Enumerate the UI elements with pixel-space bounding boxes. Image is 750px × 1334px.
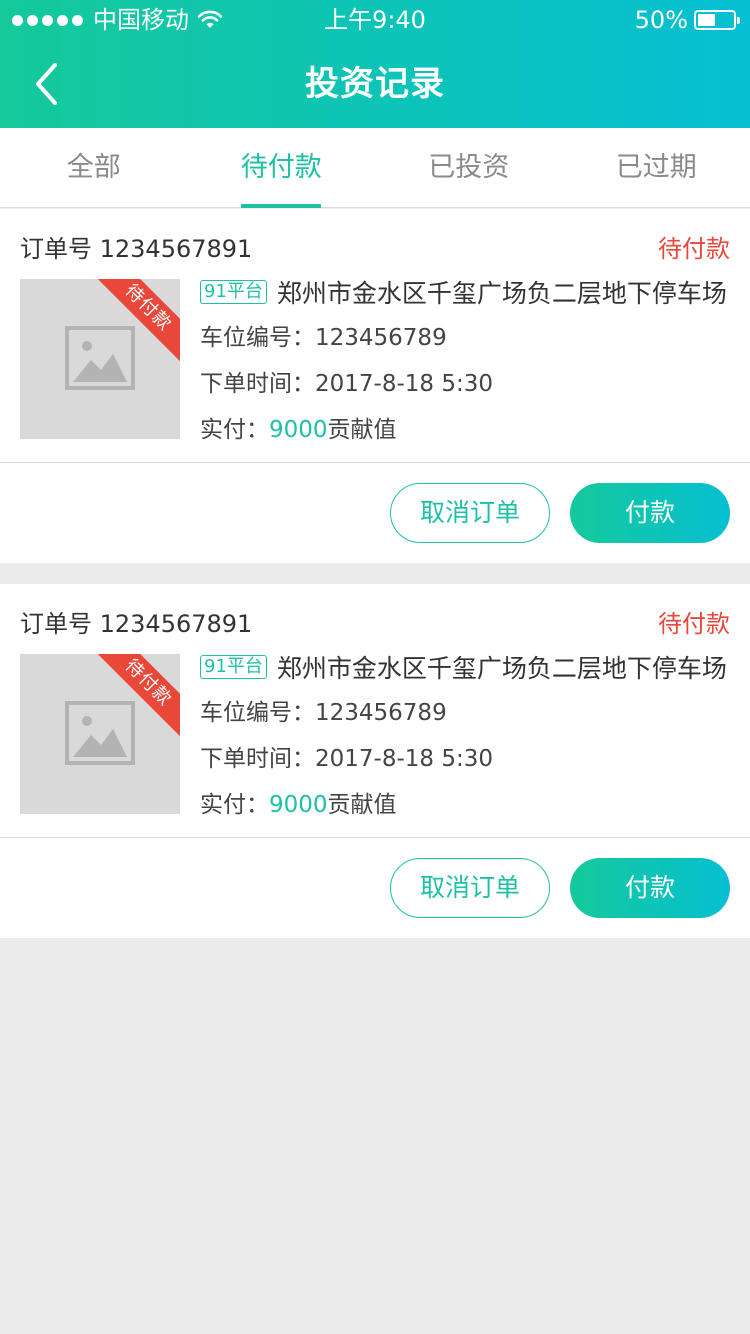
status-bar-right: 50% [634, 0, 740, 40]
battery-level [698, 14, 715, 26]
battery-percent: 50% [634, 6, 688, 34]
order-status: 待付款 [658, 235, 730, 263]
tab-invested[interactable]: 已投资 [375, 128, 563, 207]
tab-all[interactable]: 全部 [0, 128, 188, 207]
order-info: 91平台 郑州市金水区千玺广场负二层地下停车场 车位编号：123456789 下… [200, 277, 735, 445]
paid-unit: 贡献值 [327, 792, 397, 818]
parking-thumbnail: 待付款 [20, 654, 180, 814]
paid-unit: 贡献值 [327, 417, 397, 443]
spot-number-label: 车位编号： [200, 700, 315, 726]
image-placeholder-icon [65, 701, 135, 765]
parking-location: 郑州市金水区千玺广场负二层地下停车场 [276, 654, 727, 682]
header: 中国移动 上午9:40 50% 投资记录 [0, 0, 750, 128]
tab-bar: 全部 待付款 已投资 已过期 [0, 128, 750, 208]
order-title-line: 91平台 郑州市金水区千玺广场负二层地下停车场 [200, 652, 735, 682]
order-info: 91平台 郑州市金水区千玺广场负二层地下停车场 车位编号：123456789 下… [200, 652, 735, 820]
tab-pending-payment[interactable]: 待付款 [188, 128, 376, 208]
order-time-row: 下单时间：2017-8-18 5:30 [200, 369, 735, 399]
order-time-label: 下单时间： [200, 746, 315, 772]
order-time-value: 2017-8-18 5:30 [315, 746, 493, 772]
platform-badge: 91平台 [200, 280, 267, 304]
pay-button[interactable]: 付款 [570, 858, 730, 918]
page-title: 投资记录 [305, 64, 445, 104]
spot-number-value: 123456789 [315, 700, 447, 726]
spot-number-row: 车位编号：123456789 [200, 698, 735, 728]
tab-expired[interactable]: 已过期 [563, 128, 750, 207]
order-status: 待付款 [658, 610, 730, 638]
order-number: 订单号 1234567891 [20, 610, 253, 638]
status-bar: 中国移动 上午9:40 50% [0, 0, 750, 40]
order-time-value: 2017-8-18 5:30 [315, 371, 493, 397]
order-time-row: 下单时间：2017-8-18 5:30 [200, 744, 735, 774]
battery-icon [694, 10, 740, 30]
order-card-body[interactable]: 订单号 1234567891 待付款 待付款 91平台 郑州市金水区千玺广场负二… [0, 209, 750, 463]
order-card: 订单号 1234567891 待付款 待付款 91平台 郑州市金水区千玺广场负二… [0, 584, 750, 938]
paid-amount: 9000 [269, 417, 328, 443]
spot-number-row: 车位编号：123456789 [200, 323, 735, 353]
parking-thumbnail: 待付款 [20, 279, 180, 439]
image-placeholder-icon [65, 326, 135, 390]
spot-number-label: 车位编号： [200, 325, 315, 351]
platform-badge: 91平台 [200, 655, 267, 679]
parking-location: 郑州市金水区千玺广场负二层地下停车场 [276, 279, 727, 307]
spot-number-value: 123456789 [315, 325, 447, 351]
nav-bar: 投资记录 [0, 40, 750, 128]
order-actions: 取消订单 付款 [0, 463, 750, 563]
paid-amount-row: 实付：9000贡献值 [200, 790, 735, 820]
order-number: 订单号 1234567891 [20, 235, 253, 263]
order-title-line: 91平台 郑州市金水区千玺广场负二层地下停车场 [200, 277, 735, 307]
cancel-order-button[interactable]: 取消订单 [390, 858, 550, 918]
paid-amount-row: 实付：9000贡献值 [200, 415, 735, 445]
order-card-body[interactable]: 订单号 1234567891 待付款 待付款 91平台 郑州市金水区千玺广场负二… [0, 584, 750, 838]
paid-label: 实付： [200, 792, 269, 818]
order-time-label: 下单时间： [200, 371, 315, 397]
paid-amount: 9000 [269, 792, 328, 818]
pay-button[interactable]: 付款 [570, 483, 730, 543]
order-card: 订单号 1234567891 待付款 待付款 91平台 郑州市金水区千玺广场负二… [0, 209, 750, 563]
paid-label: 实付： [200, 417, 269, 443]
order-actions: 取消订单 付款 [0, 838, 750, 938]
cancel-order-button[interactable]: 取消订单 [390, 483, 550, 543]
